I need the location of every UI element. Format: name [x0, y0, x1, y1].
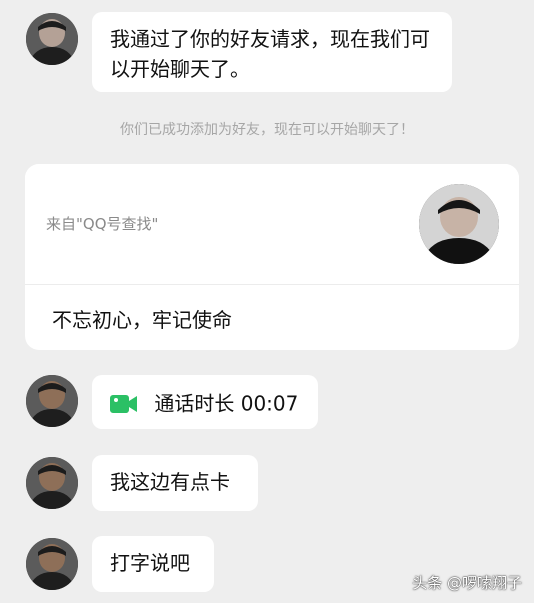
- message-bubble-lag[interactable]: 我这边有点卡: [92, 455, 258, 511]
- card-source-label: 来自"QQ号查找": [46, 215, 159, 233]
- contact-avatar-image: [26, 13, 78, 65]
- contact-avatar[interactable]: [26, 457, 78, 509]
- message-bubble-accept[interactable]: 我通过了你的好友请求，现在我们可以开始聊天了。: [92, 12, 452, 92]
- contact-avatar[interactable]: [26, 538, 78, 590]
- message-text-accept: 我通过了你的好友请求，现在我们可以开始聊天了。: [110, 27, 430, 81]
- watermark: 头条 @啰嗦翔子: [412, 574, 522, 592]
- card-avatar-image: [419, 184, 499, 264]
- video-call-icon: [110, 393, 138, 415]
- card-avatar[interactable]: [419, 184, 499, 264]
- friend-request-card[interactable]: 来自"QQ号查找" 不忘初心，牢记使命: [25, 164, 519, 350]
- contact-avatar[interactable]: [26, 13, 78, 65]
- message-text-type: 打字说吧: [110, 551, 190, 575]
- contact-avatar-image: [26, 457, 78, 509]
- contact-avatar-image: [26, 375, 78, 427]
- system-notice: 你们已成功添加为好友，现在可以开始聊天了！: [120, 122, 414, 138]
- contact-avatar-image: [26, 538, 78, 590]
- card-message-text: 不忘初心，牢记使命: [52, 308, 232, 332]
- message-text-lag: 我这边有点卡: [110, 470, 230, 494]
- call-duration-text: 通话时长 00:07: [154, 391, 299, 416]
- contact-avatar[interactable]: [26, 375, 78, 427]
- call-record-bubble[interactable]: 通话时长 00:07: [92, 375, 318, 429]
- card-divider: [25, 284, 519, 285]
- message-bubble-type[interactable]: 打字说吧: [92, 536, 214, 592]
